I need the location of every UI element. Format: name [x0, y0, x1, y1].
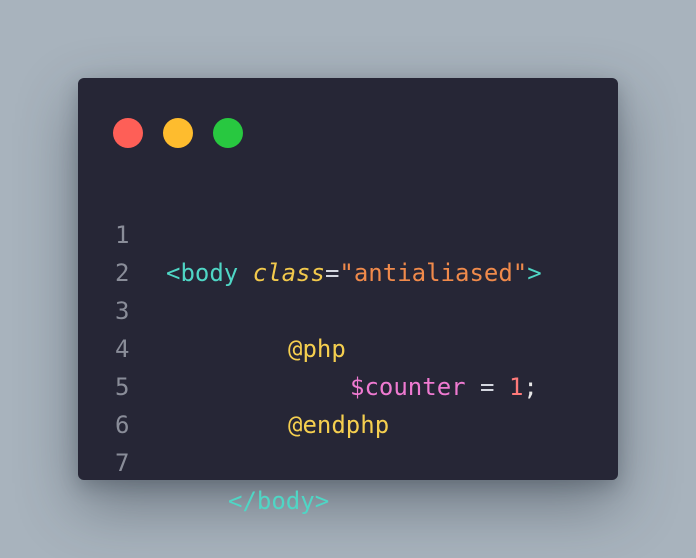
tag-open: <body [166, 259, 253, 287]
code-line: 7 </body> [78, 406, 329, 515]
number-literal: 1 [508, 373, 524, 401]
close-button[interactable] [113, 118, 143, 148]
assignment-operator: = [465, 373, 509, 401]
line-content: <body class="antialiased"> [166, 254, 542, 292]
code-line: 5 @endphp [78, 330, 389, 439]
code-line: 4 $counter = 1; [78, 292, 538, 401]
line-content: $counter = 1; [350, 368, 538, 406]
php-directive: @php [288, 335, 346, 363]
code-line: 6 [78, 368, 165, 439]
code-line: 2 [78, 216, 165, 287]
variable: $counter [350, 373, 466, 401]
endphp-directive: @endphp [288, 411, 390, 439]
maximize-button[interactable] [213, 118, 243, 148]
tag-close: > [527, 259, 542, 287]
minimize-button[interactable] [163, 118, 193, 148]
semicolon: ; [523, 373, 538, 401]
attribute-value: "antialiased" [339, 259, 528, 287]
attribute-name: class [252, 259, 325, 287]
line-number: 7 [115, 449, 130, 477]
equals-sign: = [324, 259, 340, 287]
code-window: 1 <body class="antialiased"> 2 3 @php 4 … [78, 78, 618, 515]
code-line: 1 <body class="antialiased"> [78, 178, 542, 287]
closing-body-tag: </body> [228, 487, 330, 515]
code-line: 3 @php [78, 254, 346, 363]
